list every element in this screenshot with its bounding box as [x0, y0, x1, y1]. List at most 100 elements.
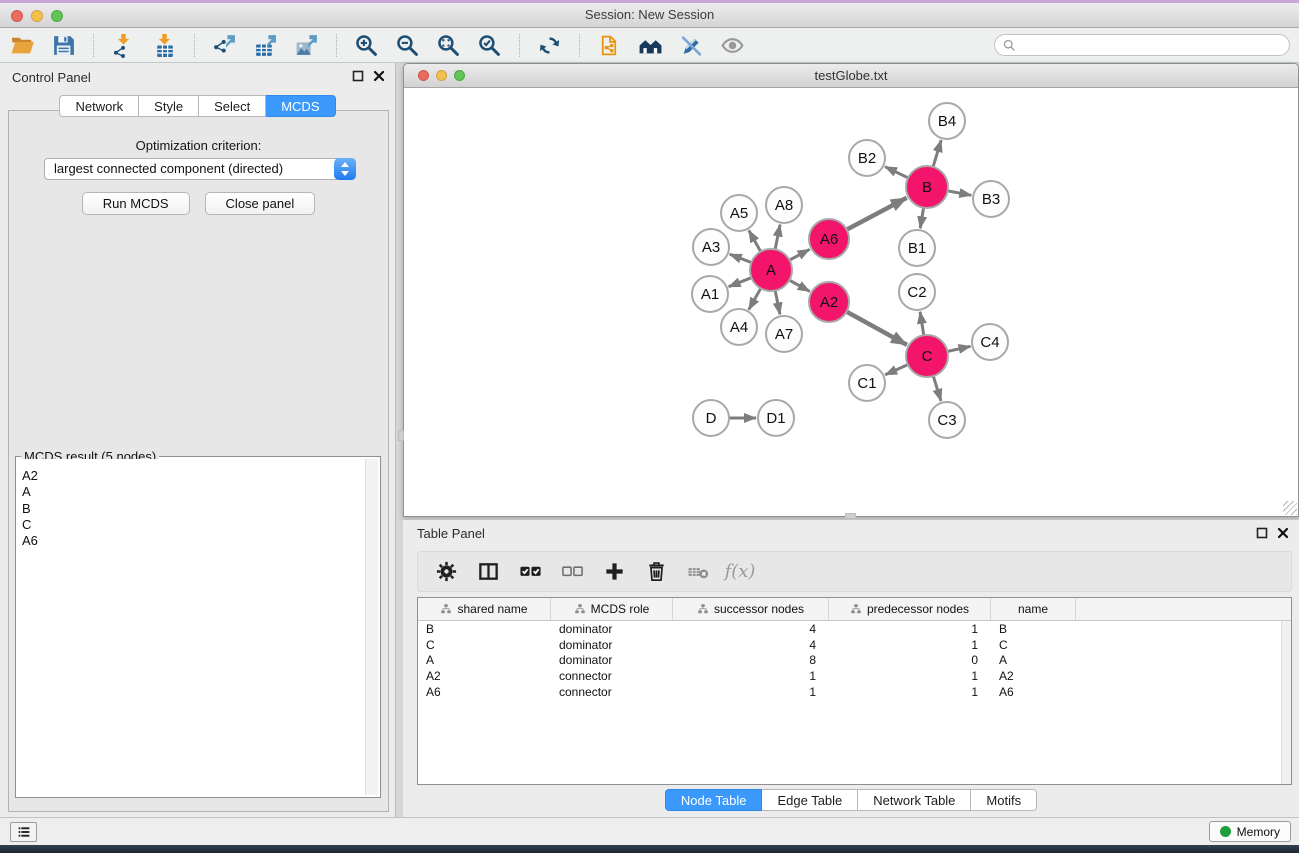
cell-successor-nodes: 4 [673, 638, 829, 652]
network-zoom-icon[interactable] [454, 70, 465, 81]
divider-grip-bottom[interactable] [845, 513, 856, 519]
graph-node-C[interactable]: C [906, 335, 948, 377]
network-close-icon[interactable] [418, 70, 429, 81]
graph-node-D1[interactable]: D1 [758, 400, 794, 436]
result-item-b[interactable]: B [18, 501, 364, 517]
dropdown-stepper-icon [334, 158, 356, 180]
new-network-from-selection-icon[interactable] [596, 32, 623, 59]
graph-node-A8[interactable]: A8 [766, 187, 802, 223]
tab-motifs[interactable]: Motifs [971, 789, 1037, 811]
tree-header-icon [850, 603, 862, 615]
close-panel-button[interactable]: Close panel [205, 192, 316, 215]
graph-node-A[interactable]: A [750, 249, 792, 291]
memory-button[interactable]: Memory [1209, 821, 1291, 842]
split-panel-icon[interactable] [475, 559, 501, 585]
graph-node-A5[interactable]: A5 [721, 195, 757, 231]
graph-node-C2[interactable]: C2 [899, 274, 935, 310]
settings-gear-icon[interactable] [433, 559, 459, 585]
result-item-a[interactable]: A [18, 484, 364, 500]
export-network-icon[interactable] [211, 32, 238, 59]
network-window-titlebar[interactable]: testGlobe.txt [404, 64, 1298, 88]
deselect-all-icon[interactable] [559, 559, 585, 585]
zoom-fit-icon[interactable] [435, 32, 462, 59]
table-scrollbar[interactable] [1281, 621, 1291, 784]
zoom-out-icon[interactable] [394, 32, 421, 59]
svg-text:A1: A1 [701, 286, 719, 303]
graph-node-C4[interactable]: C4 [972, 324, 1008, 360]
export-table-icon[interactable] [252, 32, 279, 59]
graph-node-A4[interactable]: A4 [721, 309, 757, 345]
graph-node-B1[interactable]: B1 [899, 230, 935, 266]
result-scrollbar[interactable] [365, 459, 378, 795]
graph-node-A3[interactable]: A3 [693, 229, 729, 265]
desktop-strip-bottom [0, 845, 1299, 853]
table-row[interactable]: Adominator80A [418, 652, 1291, 668]
tab-style[interactable]: Style [139, 95, 199, 117]
graph-node-C3[interactable]: C3 [929, 402, 965, 438]
graph-node-D[interactable]: D [693, 400, 729, 436]
search-field[interactable] [994, 34, 1290, 56]
graph-node-B2[interactable]: B2 [849, 140, 885, 176]
zoom-in-icon[interactable] [353, 32, 380, 59]
close-panel-icon[interactable] [373, 70, 385, 82]
network-canvas[interactable]: A A1 A2 A3 A4 A5 A6 A7 A8 B B1 B2 B3 B4 C C1 C2 C3 C4 D D1 [404, 89, 1298, 516]
table-row[interactable]: A6connector11A6 [418, 684, 1291, 700]
zoom-window-icon[interactable] [51, 10, 63, 22]
tab-select[interactable]: Select [199, 95, 266, 117]
float-table-panel-icon[interactable] [1256, 527, 1268, 539]
import-network-icon[interactable] [110, 32, 137, 59]
result-item-c[interactable]: C [18, 517, 364, 533]
table-header-row: shared nameMCDS rolesuccessor nodesprede… [418, 598, 1291, 621]
tab-node-table[interactable]: Node Table [665, 789, 763, 811]
close-window-icon[interactable] [11, 10, 23, 22]
table-row[interactable]: A2connector11A2 [418, 668, 1291, 684]
import-table-icon[interactable] [151, 32, 178, 59]
criterion-dropdown[interactable]: largest connected component (directed) [44, 158, 356, 180]
column-header-shared-name[interactable]: shared name [418, 598, 551, 620]
tab-edge-table[interactable]: Edge Table [762, 789, 858, 811]
search-input[interactable] [1021, 38, 1281, 53]
app-titlebar[interactable]: Session: New Session [0, 3, 1299, 28]
open-file-icon[interactable] [9, 32, 36, 59]
float-panel-icon[interactable] [352, 70, 364, 82]
minimize-window-icon[interactable] [31, 10, 43, 22]
result-item-a2[interactable]: A2 [18, 468, 364, 484]
graph-node-A2[interactable]: A2 [809, 282, 849, 322]
window-resize-grip[interactable] [1283, 501, 1297, 515]
task-history-button[interactable] [10, 822, 37, 842]
add-column-icon[interactable] [601, 559, 627, 585]
browser-home-icon[interactable] [637, 32, 664, 59]
close-table-panel-icon[interactable] [1277, 527, 1289, 539]
select-all-icon[interactable] [517, 559, 543, 585]
tab-mcds[interactable]: MCDS [266, 95, 335, 117]
table-row[interactable]: Bdominator41B [418, 621, 1291, 637]
tab-network-table[interactable]: Network Table [858, 789, 971, 811]
graph-node-B3[interactable]: B3 [973, 181, 1009, 217]
cell-successor-nodes: 1 [673, 669, 829, 683]
graph-node-A1[interactable]: A1 [692, 276, 728, 312]
save-session-icon[interactable] [50, 32, 77, 59]
divider-grip-left[interactable] [398, 430, 404, 441]
table-tabs: Node TableEdge TableNetwork TableMotifs [403, 789, 1299, 811]
run-mcds-button[interactable]: Run MCDS [82, 192, 190, 215]
zoom-selected-icon[interactable] [476, 32, 503, 59]
refresh-icon[interactable] [536, 32, 563, 59]
hide-graphics-details-icon[interactable] [678, 32, 705, 59]
column-header-name[interactable]: name [991, 598, 1076, 620]
svg-text:A6: A6 [820, 231, 838, 248]
result-item-a6[interactable]: A6 [18, 533, 364, 549]
tab-network[interactable]: Network [59, 95, 139, 117]
table-row[interactable]: Cdominator41C [418, 637, 1291, 653]
column-header-MCDS-role[interactable]: MCDS role [551, 598, 673, 620]
graph-node-B4[interactable]: B4 [929, 103, 965, 139]
graph-node-B[interactable]: B [906, 166, 948, 208]
graph-node-A7[interactable]: A7 [766, 316, 802, 352]
graph-node-C1[interactable]: C1 [849, 365, 885, 401]
graph-node-A6[interactable]: A6 [809, 219, 849, 259]
column-header-predecessor-nodes[interactable]: predecessor nodes [829, 598, 991, 620]
network-minimize-icon[interactable] [436, 70, 447, 81]
column-header-successor-nodes[interactable]: successor nodes [673, 598, 829, 620]
cell-successor-nodes: 4 [673, 622, 829, 636]
delete-column-icon[interactable] [643, 559, 669, 585]
export-image-icon[interactable] [293, 32, 320, 59]
